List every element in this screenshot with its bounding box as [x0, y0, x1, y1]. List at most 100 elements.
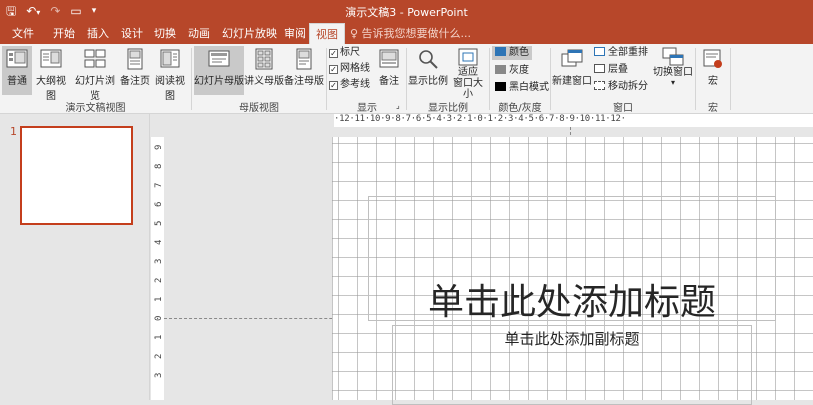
cascade-button[interactable]: 层叠: [594, 64, 628, 76]
arrange-all-icon: [594, 47, 605, 56]
gridlines-checkbox[interactable]: ✓ 网格线: [329, 63, 370, 75]
tab-view[interactable]: 视图: [309, 23, 345, 44]
notes-master-button[interactable]: 备注母版: [284, 46, 324, 95]
reading-view-button[interactable]: 阅读视图: [151, 46, 189, 102]
guides-checkbox[interactable]: ✓ 参考线: [329, 79, 370, 91]
color-button[interactable]: 颜色: [492, 46, 532, 60]
checkbox-checked-icon: ✓: [329, 65, 338, 74]
ruler-tick-5: 5: [154, 220, 164, 226]
zoom-button[interactable]: 显示比例: [408, 46, 448, 95]
tab-file[interactable]: 文件: [6, 23, 40, 44]
group-macros-label: 宏: [708, 103, 718, 114]
grayscale-button[interactable]: 灰度: [492, 64, 532, 78]
fit-to-window-label-1: 适应: [458, 67, 478, 78]
grayscale-label: 灰度: [509, 65, 529, 76]
new-window-button[interactable]: 新建窗口: [552, 46, 592, 95]
macros-button[interactable]: 宏: [698, 46, 728, 95]
notes-label: 备注: [379, 76, 399, 87]
macros-label: 宏: [708, 76, 718, 87]
notes-page-button[interactable]: 备注页: [119, 46, 151, 95]
move-split-label: 移动拆分: [608, 81, 648, 92]
move-split-button[interactable]: 移动拆分: [594, 81, 648, 93]
guides-label: 参考线: [340, 79, 370, 90]
ruler-tick-1: 1: [154, 296, 164, 302]
slide[interactable]: 单击此处添加标题 单击此处添加副标题: [332, 137, 813, 405]
slide-sorter-label: 幻灯片浏览: [75, 76, 115, 102]
group-window-label: 窗口: [613, 103, 633, 114]
horizontal-ruler-scale: ·12·11·10·9·8·7·6·5·4·3·2·1·0·1·2·3·4·5·…: [334, 114, 626, 124]
ruler-tick-8: 8: [154, 163, 164, 169]
tab-design[interactable]: 设计: [115, 23, 149, 44]
chevron-down-icon: ▾: [670, 78, 675, 87]
tab-slide-show[interactable]: 幻灯片放映: [216, 23, 283, 44]
ruler-tick-3: 3: [154, 372, 164, 378]
macros-icon: [703, 49, 722, 68]
outline-view-button[interactable]: 大纲视图: [32, 46, 70, 102]
arrange-all-label: 全部重排: [608, 47, 648, 58]
fit-to-window-button[interactable]: 适应 窗口大小: [449, 46, 487, 100]
ruler-tick-6: 6: [154, 201, 164, 207]
grayscale-swatch-icon: [495, 65, 506, 74]
ruler-tick-2: 2: [154, 277, 164, 283]
normal-view-button[interactable]: 普通: [2, 46, 32, 95]
tab-review[interactable]: 审阅: [278, 23, 312, 44]
subtitle-placeholder[interactable]: 单击此处添加副标题: [392, 325, 752, 405]
magnifier-icon: [419, 50, 438, 69]
black-white-swatch-icon: [495, 82, 506, 91]
group-color-grayscale-label: 颜色/灰度: [498, 103, 542, 114]
normal-view-icon: [6, 49, 28, 68]
reading-view-label: 阅读视图: [155, 76, 185, 102]
notes-master-icon: [296, 48, 312, 70]
slide-master-label: 幻灯片母版: [194, 76, 244, 87]
ribbon: 普通 大纲视图 幻灯片浏览 备注页 阅读视图 演示文稿视图 幻灯片母版 讲义母版…: [0, 44, 813, 114]
notes-icon: [379, 49, 399, 68]
vertical-ruler[interactable]: 9 8 7 6 5 4 3 2 1 0 1 2 3: [151, 127, 164, 400]
black-white-button[interactable]: 黑白模式: [492, 81, 552, 95]
group-show-label: 显示: [357, 103, 377, 114]
outline-view-label: 大纲视图: [36, 76, 66, 102]
ruler-tick-3: 3: [154, 258, 164, 264]
ruler-label: 标尺: [340, 47, 360, 58]
slide-number: 1: [10, 125, 17, 138]
tab-animations[interactable]: 动画: [182, 23, 216, 44]
handout-master-button[interactable]: 讲义母版: [244, 46, 284, 95]
dialog-launcher-icon[interactable]: ⌟: [396, 100, 400, 112]
cascade-icon: [594, 64, 605, 73]
new-window-label: 新建窗口: [552, 76, 592, 87]
switch-windows-button[interactable]: 切换窗口 ▾: [652, 46, 694, 98]
tell-me-search[interactable]: ♀ 告诉我您想要做什么...: [350, 23, 471, 44]
normal-view-label: 普通: [7, 76, 27, 87]
move-split-icon: [594, 81, 605, 90]
fit-to-window-icon: [458, 48, 478, 66]
tab-insert[interactable]: 插入: [81, 23, 115, 44]
checkbox-checked-icon: ✓: [329, 49, 338, 58]
title-placeholder[interactable]: 单击此处添加标题: [368, 196, 776, 323]
slide-thumbnail-pane: 1: [0, 114, 150, 400]
slide-thumbnail[interactable]: [20, 126, 133, 225]
ruler-tick-7: 7: [154, 182, 164, 188]
group-separator: [191, 48, 192, 110]
black-white-label: 黑白模式: [509, 82, 549, 93]
arrange-all-button[interactable]: 全部重排: [594, 47, 648, 59]
tab-home[interactable]: 开始: [47, 23, 81, 44]
ribbon-tab-bar: 文件 开始 插入 设计 切换 动画 幻灯片放映 审阅 视图 ♀ 告诉我您想要做什…: [0, 23, 813, 44]
handout-master-icon: [255, 48, 273, 70]
new-window-icon: [561, 49, 583, 67]
group-separator: [730, 48, 731, 110]
checkbox-checked-icon: ✓: [329, 81, 338, 90]
slide-sorter-button[interactable]: 幻灯片浏览: [71, 46, 119, 102]
fit-to-window-label-2: 窗口大小: [453, 78, 483, 100]
color-label: 颜色: [509, 47, 529, 58]
ruler-checkbox[interactable]: ✓ 标尺: [329, 47, 360, 59]
notes-master-label: 备注母版: [284, 76, 324, 87]
horizontal-ruler[interactable]: ·12·11·10·9·8·7·6·5·4·3·2·1·0·1·2·3·4·5·…: [151, 114, 813, 127]
handout-master-label: 讲义母版: [244, 76, 284, 87]
ruler-slide-area: [151, 137, 164, 400]
notes-button[interactable]: 备注: [375, 46, 403, 95]
ruler-tick-2: 2: [154, 353, 164, 359]
tab-transitions[interactable]: 切换: [148, 23, 182, 44]
ruler-tick-4: 4: [154, 239, 164, 245]
ruler-tick-1: 1: [154, 334, 164, 340]
slide-master-button[interactable]: 幻灯片母版: [194, 46, 244, 95]
ruler-tick-9: 9: [154, 144, 164, 150]
